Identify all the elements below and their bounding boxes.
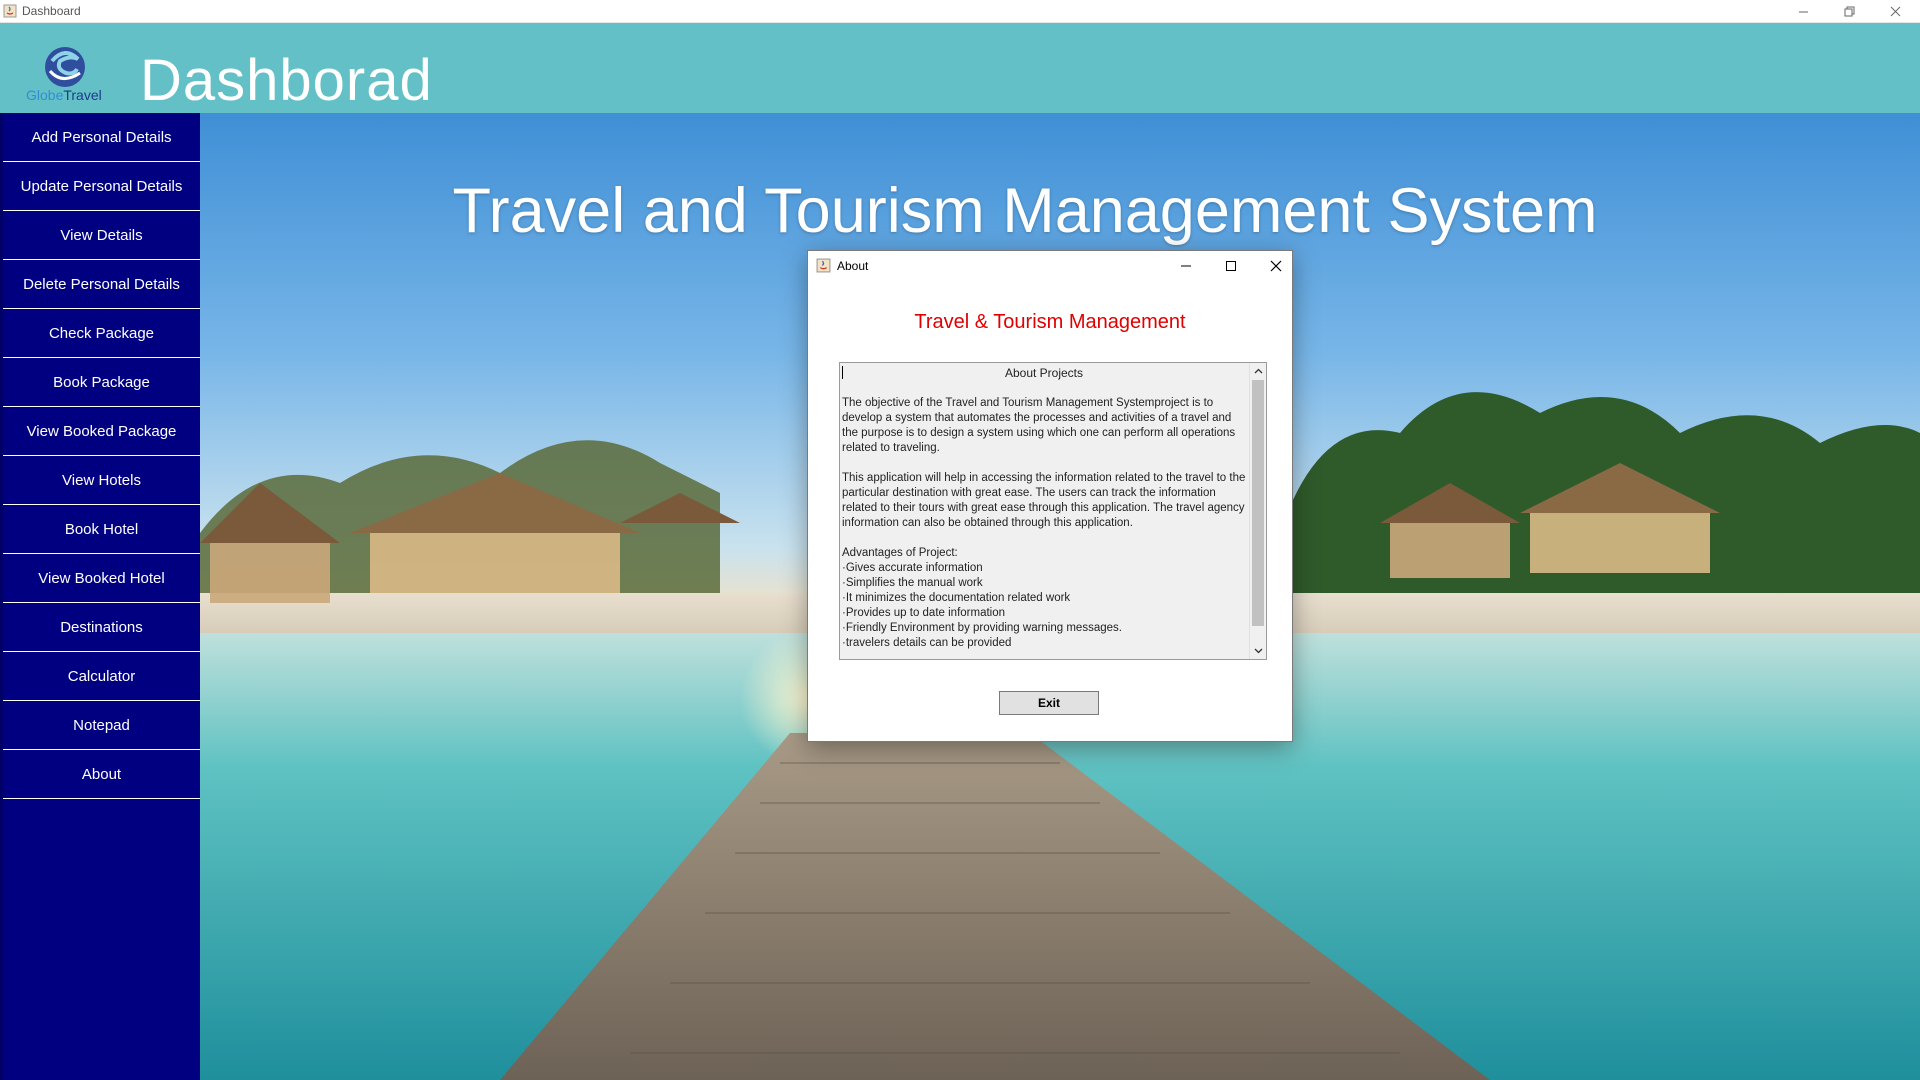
dialog-titlebar: About (808, 251, 1292, 281)
sidebar-item-add-personal-details[interactable]: Add Personal Details (3, 113, 200, 162)
sidebar-item-view-booked-hotel[interactable]: View Booked Hotel (3, 554, 200, 603)
advantages-title: Advantages of Project: (842, 547, 958, 559)
dialog-title: About (837, 259, 869, 273)
sidebar-item-update-personal-details[interactable]: Update Personal Details (3, 162, 200, 211)
dialog-minimize-button[interactable] (1171, 255, 1201, 277)
sidebar-item-book-hotel[interactable]: Book Hotel (3, 505, 200, 554)
sidebar-item-delete-personal-details[interactable]: Delete Personal Details (3, 260, 200, 309)
dialog-maximize-button[interactable] (1216, 255, 1246, 277)
logo-brand-b: Travel (63, 87, 102, 103)
dialog-heading: Travel & Tourism Management (914, 311, 1186, 333)
sidebar-item-check-package[interactable]: Check Package (3, 309, 200, 358)
advantage-item: ·travelers details can be provided (842, 637, 1012, 649)
java-app-icon (816, 258, 831, 273)
minimize-icon (1181, 265, 1191, 267)
sidebar: Add Personal Details Update Personal Det… (0, 113, 200, 1080)
dialog-close-button[interactable] (1261, 255, 1291, 277)
sidebar-item-destinations[interactable]: Destinations (3, 603, 200, 652)
scroll-thumb[interactable] (1252, 380, 1264, 626)
minimize-icon (1798, 11, 1808, 12)
advantage-item: ·Simplifies the manual work (842, 577, 983, 589)
sidebar-item-view-hotels[interactable]: View Hotels (3, 456, 200, 505)
header-bar: GlobeTravel Dashborad (0, 23, 1920, 113)
java-app-icon (3, 4, 17, 18)
vertical-scrollbar[interactable] (1249, 363, 1266, 659)
sidebar-item-view-booked-package[interactable]: View Booked Package (3, 407, 200, 456)
logo-text: GlobeTravel (26, 87, 102, 103)
advantage-item: ·Gives accurate information (842, 562, 983, 574)
exit-button[interactable]: Exit (999, 691, 1099, 715)
restore-icon (1844, 6, 1854, 16)
about-dialog: About Travel & Tourism Management About … (807, 250, 1293, 742)
chevron-up-icon (1254, 368, 1262, 374)
sidebar-item-about[interactable]: About (3, 750, 200, 799)
window-title: Dashboard (22, 4, 81, 18)
sidebar-item-calculator[interactable]: Calculator (3, 652, 200, 701)
close-window-button[interactable] (1872, 0, 1918, 22)
advantage-item: ·It minimizes the documentation related … (842, 592, 1071, 604)
chevron-down-icon (1254, 648, 1262, 654)
advantage-item: ·Provides up to date information (842, 607, 1006, 619)
about-text-body: The objective of the Travel and Tourism … (842, 396, 1248, 651)
sidebar-item-notepad[interactable]: Notepad (3, 701, 200, 750)
about-text-area[interactable]: About Projects The objective of the Trav… (839, 362, 1267, 660)
about-paragraph-1: The objective of the Travel and Tourism … (842, 397, 1236, 454)
sidebar-item-view-details[interactable]: View Details (3, 211, 200, 260)
close-icon (1270, 260, 1282, 272)
window-titlebar: Dashboard (0, 0, 1920, 23)
logo-brand-a: Globe (26, 87, 64, 103)
scroll-down-button[interactable] (1250, 643, 1266, 659)
maximize-icon (1226, 261, 1236, 271)
about-text-heading: About Projects (1004, 366, 1084, 380)
sidebar-item-book-package[interactable]: Book Package (3, 358, 200, 407)
close-icon (1890, 6, 1900, 16)
minimize-button[interactable] (1780, 0, 1826, 22)
scroll-up-button[interactable] (1250, 363, 1266, 379)
banner-title: Travel and Tourism Management System (452, 176, 1598, 246)
page-title: Dashborad (140, 48, 433, 113)
advantage-item: ·Friendly Environment by providing warni… (842, 622, 1122, 634)
about-paragraph-2: This application will help in accessing … (842, 472, 1246, 529)
restore-button[interactable] (1826, 0, 1872, 22)
